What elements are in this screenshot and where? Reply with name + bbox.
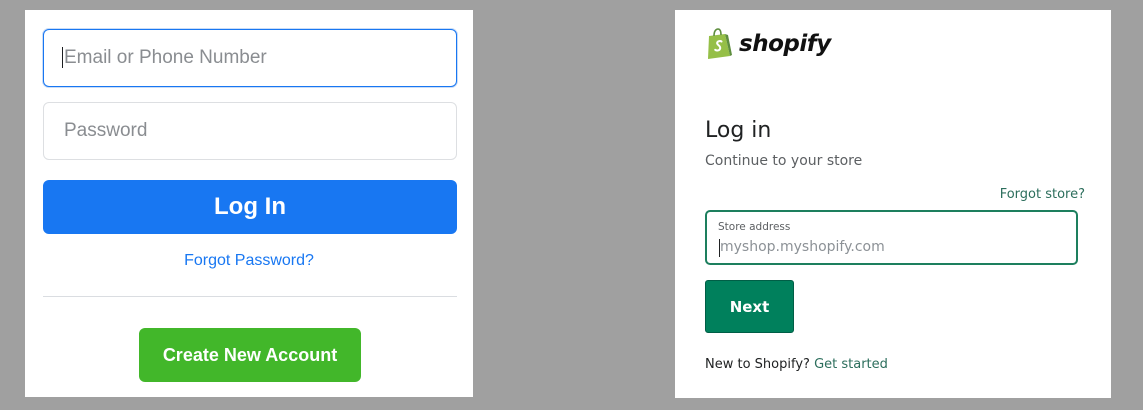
text-cursor (62, 47, 63, 68)
page-subtitle: Continue to your store (705, 153, 863, 169)
signup-prompt: New to Shopify? Get started (705, 357, 888, 372)
divider (43, 296, 457, 297)
shopify-bag-icon (708, 28, 732, 59)
log-in-button[interactable]: Log In (43, 180, 457, 234)
create-new-account-button[interactable]: Create New Account (139, 328, 361, 382)
signup-prompt-text: New to Shopify? (705, 357, 810, 372)
get-started-link[interactable]: Get started (814, 357, 888, 372)
store-address-input[interactable] (718, 236, 1060, 258)
forgot-password-link[interactable]: Forgot Password? (25, 252, 473, 270)
shopify-logo: shopify (705, 28, 831, 60)
text-cursor (719, 239, 720, 257)
page-title: Log in (705, 118, 772, 143)
store-address-label: Store address (718, 221, 791, 233)
store-address-field[interactable]: Store address (705, 210, 1078, 265)
next-button[interactable]: Next (705, 280, 794, 333)
facebook-login-panel: Log In Forgot Password? Create New Accou… (25, 10, 473, 397)
shopify-logo-text: shopify (739, 31, 831, 57)
forgot-store-link[interactable]: Forgot store? (1000, 187, 1085, 202)
email-or-phone-input[interactable] (43, 29, 457, 87)
password-input[interactable] (43, 102, 457, 160)
shopify-login-panel: shopify Log in Continue to your store Fo… (675, 10, 1111, 398)
